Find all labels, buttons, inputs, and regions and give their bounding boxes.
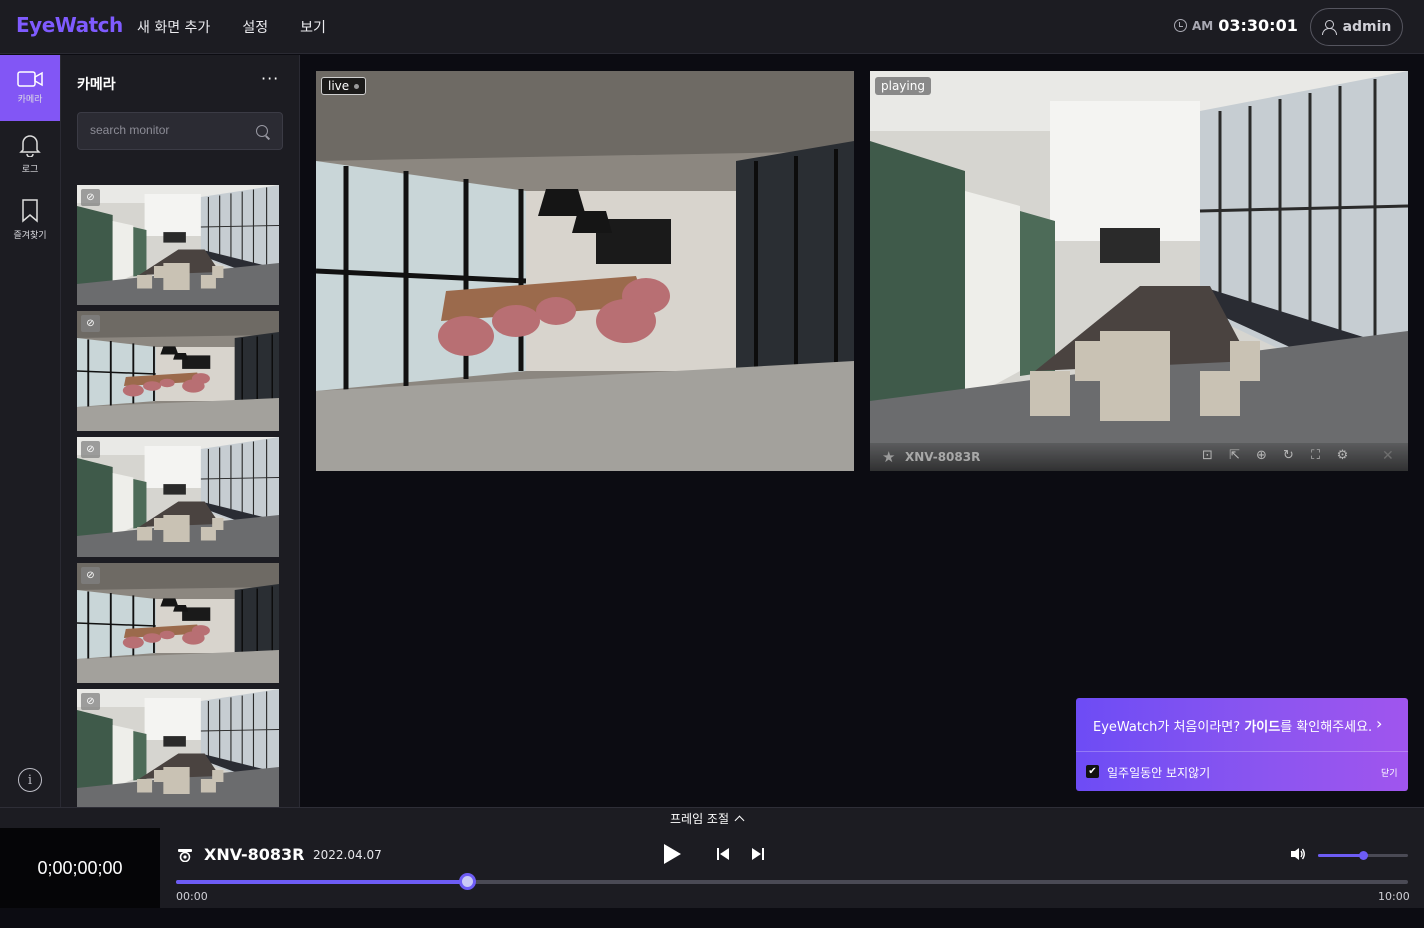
guide-popup: EyeWatch가 처음이라면? 가이드를 확인해주세요. › ✔ 일주일동안 …: [1076, 698, 1408, 791]
bell-icon: [19, 135, 41, 157]
camera-thumbnail[interactable]: ⊘: [77, 689, 279, 807]
chevron-up-icon: [734, 815, 745, 826]
top-nav: 새 화면 추가 설정 보기: [137, 17, 358, 37]
rail-item-camera[interactable]: 카메라: [0, 55, 60, 121]
clock-ampm: AM: [1192, 18, 1214, 33]
camera-panel: 카메라 ··· ⊘ ⊘ ⊘ ⊘ ⊘: [61, 55, 300, 807]
nav-view[interactable]: 보기: [300, 17, 326, 37]
search-icon[interactable]: [256, 125, 268, 137]
clock-time: 03:30:01: [1218, 16, 1298, 35]
video-tile-playing[interactable]: playing ★ XNV-8083R ⊡ ⇱ ⊕ ↻ ⛶ ⚙ ✕: [870, 71, 1408, 471]
chevron-right-icon: ›: [1376, 714, 1383, 733]
camera-thumbnail[interactable]: ⊘: [77, 185, 279, 305]
playing-badge: playing: [875, 77, 931, 95]
guide-message-bold: 가이드: [1244, 720, 1281, 735]
eye-off-icon[interactable]: ⊘: [81, 693, 100, 710]
eye-off-icon[interactable]: ⊘: [81, 189, 100, 206]
live-badge-label: live: [328, 79, 350, 93]
camera-thumbnail[interactable]: ⊘: [77, 437, 279, 557]
popout-icon[interactable]: ⇱: [1227, 448, 1242, 463]
guide-message-suffix: 를 확인해주세요.: [1280, 720, 1373, 735]
user-menu-button[interactable]: admin: [1310, 8, 1403, 46]
cctv-icon: [178, 849, 192, 862]
fullscreen-icon[interactable]: ⛶: [1308, 448, 1323, 463]
seek-handle[interactable]: [458, 873, 476, 890]
star-icon[interactable]: ★: [882, 448, 895, 466]
volume-fill: [1318, 854, 1363, 857]
guide-message: EyeWatch가 처음이라면? 가이드를 확인해주세요.: [1093, 716, 1372, 735]
dont-show-week-checkbox[interactable]: ✔: [1086, 765, 1099, 778]
search-box: [77, 112, 283, 150]
scene-white-office: [77, 689, 279, 807]
guide-message-prefix: EyeWatch가 처음이라면?: [1093, 720, 1245, 735]
scene-white-office: [77, 437, 279, 557]
zoom-in-icon[interactable]: ⊕: [1254, 448, 1269, 463]
timecode: 0;00;00;00: [0, 828, 160, 908]
clock-icon: [1174, 19, 1187, 32]
rail-label-camera: 카메라: [17, 95, 43, 105]
frame-control-toggle[interactable]: 프레임 조절: [670, 810, 745, 827]
scene-concrete-office: [316, 71, 854, 471]
live-dot-icon: [354, 83, 360, 89]
scene-concrete-office: [77, 311, 279, 431]
guide-close-button[interactable]: 닫기: [1381, 766, 1398, 779]
user-icon: [1321, 20, 1337, 35]
seek-bar[interactable]: [176, 873, 1408, 890]
app-logo[interactable]: EyeWatch: [16, 13, 123, 37]
time-end: 10:00: [1378, 890, 1410, 903]
bookmark-icon: [22, 199, 38, 223]
close-icon[interactable]: ✕: [1382, 448, 1394, 464]
refresh-icon[interactable]: ↻: [1281, 448, 1296, 463]
player-camera-name: XNV-8083R: [204, 845, 305, 864]
next-frame-button[interactable]: [752, 848, 764, 860]
tile-camera-name: XNV-8083R: [905, 450, 981, 464]
camera-icon: [17, 71, 43, 87]
rail-item-log[interactable]: 로그: [0, 121, 60, 187]
scene-white-office: [77, 185, 279, 305]
player-date: 2022.04.07: [313, 848, 382, 862]
tile-tools: ⊡ ⇱ ⊕ ↻ ⛶ ⚙: [1200, 448, 1350, 463]
settings-icon[interactable]: ⚙: [1335, 448, 1350, 463]
clock: AM 03:30:01: [1174, 16, 1298, 35]
dont-show-week-label: 일주일동안 보지않기: [1107, 766, 1211, 780]
previous-frame-button[interactable]: [717, 848, 729, 860]
volume-handle[interactable]: [1359, 851, 1368, 860]
eye-off-icon[interactable]: ⊘: [81, 441, 100, 458]
info-icon[interactable]: i: [18, 768, 42, 792]
seek-progress: [176, 880, 467, 884]
rail-label-favorites: 즐겨찾기: [13, 231, 47, 241]
video-tile-live[interactable]: live: [316, 71, 854, 471]
user-name: admin: [1342, 19, 1392, 35]
top-bar: EyeWatch 새 화면 추가 설정 보기 AM 03:30:01 admin: [0, 0, 1424, 54]
playback-bar: 0;00;00;00 XNV-8083R 2022.04.07 00:00 10…: [0, 828, 1424, 908]
guide-link[interactable]: EyeWatch가 처음이라면? 가이드를 확인해주세요. ›: [1076, 698, 1408, 752]
volume-icon[interactable]: [1290, 847, 1306, 861]
left-rail: 카메라 로그 즐겨찾기 i: [0, 55, 61, 807]
more-options-icon[interactable]: ···: [261, 69, 279, 88]
nav-add-screen[interactable]: 새 화면 추가: [137, 17, 210, 37]
capture-icon[interactable]: ⊡: [1200, 448, 1215, 463]
rail-item-favorites[interactable]: 즐겨찾기: [0, 187, 60, 253]
frame-control-bar: 프레임 조절: [0, 807, 1424, 828]
search-input[interactable]: [90, 123, 250, 137]
volume-slider[interactable]: [1318, 851, 1408, 860]
play-button[interactable]: [664, 844, 681, 864]
rail-label-log: 로그: [21, 165, 39, 175]
scene-white-office: [870, 71, 1408, 471]
live-badge: live: [321, 77, 367, 95]
frame-control-label: 프레임 조절: [670, 812, 730, 826]
tile-toolbar: ★ XNV-8083R ⊡ ⇱ ⊕ ↻ ⛶ ⚙ ✕: [870, 443, 1408, 471]
time-start: 00:00: [176, 890, 208, 903]
camera-panel-title: 카메라: [77, 77, 116, 93]
scene-concrete-office: [77, 563, 279, 683]
eye-off-icon[interactable]: ⊘: [81, 567, 100, 584]
nav-settings[interactable]: 설정: [242, 17, 268, 37]
camera-thumbnail[interactable]: ⊘: [77, 563, 279, 683]
camera-thumbnail[interactable]: ⊘: [77, 311, 279, 431]
eye-off-icon[interactable]: ⊘: [81, 315, 100, 332]
